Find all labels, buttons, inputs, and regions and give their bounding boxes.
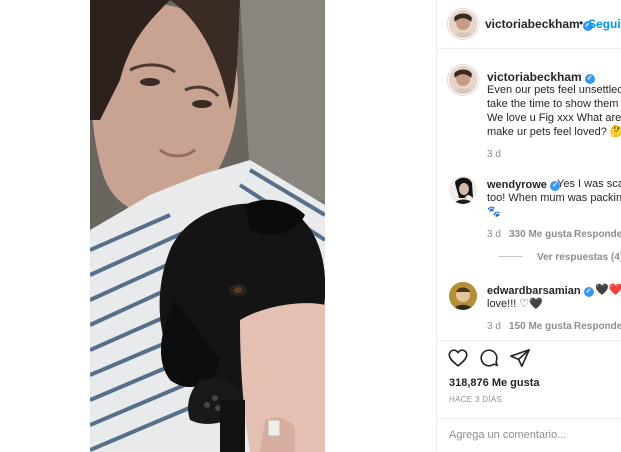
comment-text-wendyrowe: Yes I was scar too! When mum was packing…: [487, 177, 621, 219]
add-comment-field[interactable]: Agrega un comentario...: [437, 418, 621, 452]
reply-button[interactable]: Responder: [574, 229, 621, 240]
post-caption: Even our pets feel unsettled : take the …: [487, 83, 621, 139]
left-gutter: [0, 0, 90, 452]
post-header: victoriabeckham✓ • Seguir: [437, 0, 621, 49]
comment-text-edwardbarsamian: 🖤❤️ love!!! ♡🖤: [487, 283, 621, 311]
author-username-text[interactable]: victoriabeckham: [485, 17, 580, 31]
post-photo-illustration: [90, 0, 325, 452]
comment-line: love!!! ♡🖤: [487, 298, 543, 310]
mid-gutter: [325, 0, 436, 452]
comment-avatar-edwardbarsamian[interactable]: [449, 282, 477, 310]
comment-time[interactable]: 3 d: [487, 229, 501, 240]
post-time-ago[interactable]: HACE 3 DÍAS: [449, 395, 502, 404]
avatar-photo: [449, 10, 477, 38]
caption-line: Even our pets feel unsettled :: [487, 84, 621, 96]
caption-line: make ur pets feel loved? 🤔: [487, 126, 621, 138]
caption-author-username[interactable]: victoriabeckham ✓: [487, 70, 595, 84]
post-photo[interactable]: [90, 0, 325, 452]
heart-icon[interactable]: [447, 347, 469, 369]
post-likes-count[interactable]: 318,876 Me gusta: [449, 377, 540, 389]
caption-line: We love u Fig xxx What are u: [487, 112, 621, 124]
reply-button[interactable]: Responder: [574, 321, 621, 332]
comment-likes[interactable]: 150 Me gusta: [509, 321, 572, 332]
view-replies-line: [499, 256, 523, 257]
author-avatar[interactable]: [449, 10, 477, 38]
view-replies-button[interactable]: Ver respuestas (4): [499, 252, 621, 263]
post-actions: 318,876 Me gusta HACE 3 DÍAS: [437, 340, 621, 421]
header-separator: •: [579, 16, 584, 30]
comment-line: Yes I was scar: [557, 178, 621, 190]
avatar-photo: [449, 66, 477, 94]
avatar-photo: [449, 282, 477, 310]
caption-author-avatar[interactable]: [449, 66, 477, 94]
post-side-panel: victoriabeckham✓ • Seguir victoriabeckha…: [436, 0, 621, 452]
caption-author-username-text[interactable]: victoriabeckham: [487, 70, 582, 84]
caption-line: take the time to show them l: [487, 98, 621, 110]
comment-line: too! When mum was packing: [487, 192, 621, 204]
view-replies-label[interactable]: Ver respuestas (4): [537, 252, 621, 263]
caption-time[interactable]: 3 d: [487, 149, 501, 160]
avatar-photo: [449, 176, 477, 204]
comment-likes[interactable]: 330 Me gusta: [509, 229, 572, 240]
comment-line: 🖤❤️: [595, 284, 621, 296]
comment-time[interactable]: 3 d: [487, 321, 501, 332]
paper-plane-icon[interactable]: [509, 347, 531, 369]
follow-button[interactable]: Seguir: [588, 17, 621, 31]
add-comment-placeholder[interactable]: Agrega un comentario...: [449, 429, 566, 441]
author-username[interactable]: victoriabeckham ✓: [485, 17, 593, 31]
comment-line: 🐾: [487, 206, 501, 218]
comment-icon[interactable]: [478, 347, 500, 369]
comment-avatar-wendyrowe[interactable]: [449, 176, 477, 204]
